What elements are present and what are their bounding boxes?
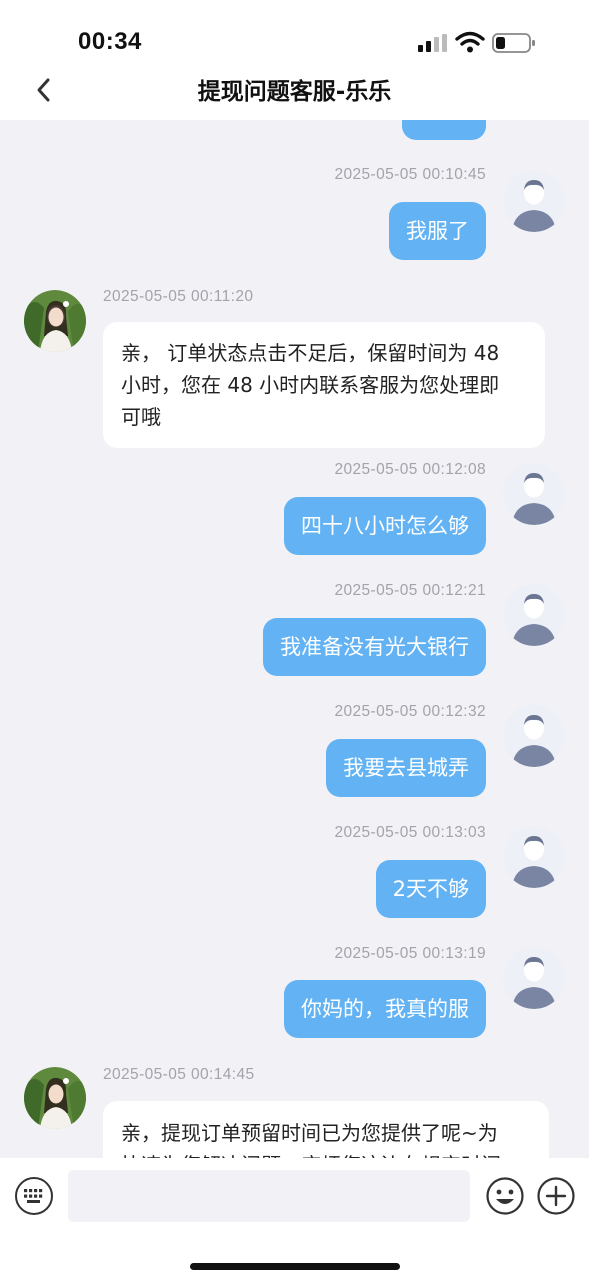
message-bubble-outgoing[interactable]: 四十八小时怎么够 <box>284 497 486 555</box>
message-line: 快速为您解决问题，麻烦您这边在规定时间 <box>121 1149 531 1158</box>
message-timestamp: 2025-05-05 00:10:45 <box>334 166 486 183</box>
user-avatar[interactable] <box>503 463 565 525</box>
message-timestamp: 2025-05-05 00:13:19 <box>334 945 486 962</box>
user-avatar[interactable] <box>503 170 565 232</box>
message-input[interactable] <box>68 1170 470 1222</box>
message-bubble-outgoing[interactable]: 我要去县城弄 <box>326 739 486 797</box>
message-timestamp: 2025-05-05 00:14:45 <box>103 1066 255 1083</box>
user-avatar[interactable] <box>503 826 565 888</box>
message-timestamp: 2025-05-05 00:12:32 <box>334 703 486 720</box>
status-time: 00:34 <box>78 28 142 55</box>
message-line: 小时，您在 48 小时内联系客服为您处理即 <box>121 373 500 397</box>
agent-photo <box>24 290 86 352</box>
person-icon <box>503 705 565 767</box>
user-avatar[interactable] <box>503 947 565 1009</box>
message-line: 亲， 订单状态点击不足后，保留时间为 48 <box>121 341 500 365</box>
message-bubble-outgoing[interactable]: 我服了 <box>389 202 486 260</box>
signal-icon <box>418 34 447 52</box>
keyboard-icon[interactable] <box>14 1176 54 1216</box>
message-bubble-partial[interactable] <box>402 120 486 140</box>
person-icon <box>503 947 565 1009</box>
person-icon <box>503 584 565 646</box>
status-bar: 00:34 <box>0 0 589 62</box>
message-bubble-incoming[interactable]: 亲，提现订单预留时间已为您提供了呢~为 快速为您解决问题，麻烦您这边在规定时间 <box>103 1101 549 1158</box>
person-icon <box>503 170 565 232</box>
message-bubble-outgoing[interactable]: 我准备没有光大银行 <box>263 618 486 676</box>
chat-area[interactable]: 2025-05-05 00:10:45 我服了 2025-05-05 00:11… <box>0 120 589 1158</box>
emoji-icon[interactable] <box>485 1176 525 1216</box>
agent-photo <box>24 1067 86 1129</box>
user-avatar[interactable] <box>503 705 565 767</box>
message-line: 亲，提现订单预留时间已为您提供了呢~为 <box>121 1121 498 1145</box>
battery-icon <box>492 33 535 53</box>
message-line: 可哦 <box>121 405 161 429</box>
message-timestamp: 2025-05-05 00:13:03 <box>334 824 486 841</box>
page-title: 提现问题客服-乐乐 <box>197 79 392 105</box>
person-icon <box>503 826 565 888</box>
agent-avatar[interactable] <box>24 290 86 352</box>
wifi-icon <box>455 31 485 53</box>
message-timestamp: 2025-05-05 00:12:21 <box>334 582 486 599</box>
plus-icon[interactable] <box>536 1176 576 1216</box>
message-timestamp: 2025-05-05 00:11:20 <box>103 288 254 305</box>
message-bubble-outgoing[interactable]: 你妈的，我真的服 <box>284 980 486 1038</box>
agent-avatar[interactable] <box>24 1067 86 1129</box>
message-bubble-incoming[interactable]: 亲， 订单状态点击不足后，保留时间为 48 小时，您在 48 小时内联系客服为您… <box>103 322 545 448</box>
message-timestamp: 2025-05-05 00:12:08 <box>334 461 486 478</box>
person-icon <box>503 463 565 525</box>
home-indicator <box>190 1263 400 1270</box>
input-bar <box>0 1158 589 1280</box>
message-bubble-outgoing[interactable]: 2天不够 <box>375 860 486 918</box>
user-avatar[interactable] <box>503 584 565 646</box>
nav-bar: 提现问题客服-乐乐 <box>0 62 589 120</box>
